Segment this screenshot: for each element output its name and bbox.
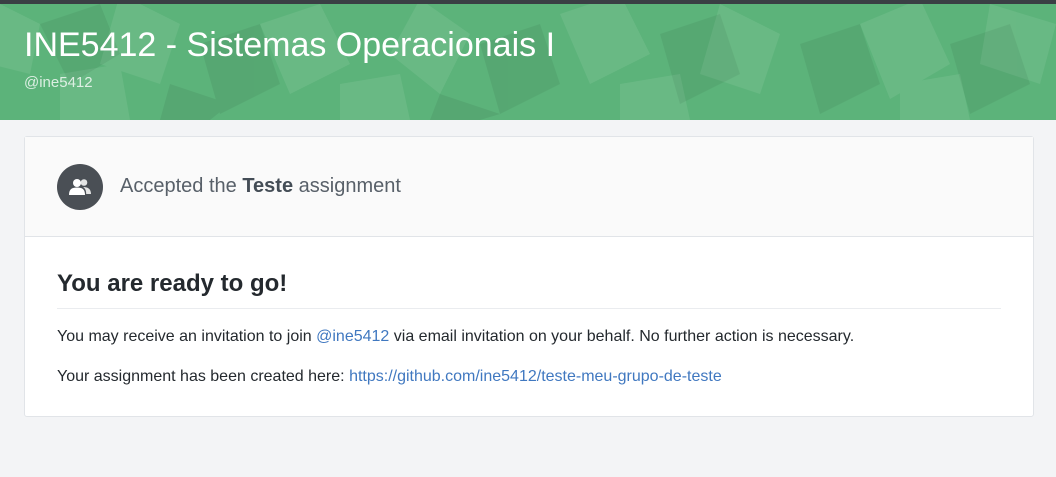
assignment-card: Accepted the Teste assignment You are re… (24, 136, 1034, 417)
avatar (57, 163, 103, 210)
accepted-suffix: assignment (298, 175, 401, 197)
invite-suffix: via email invitation on your behalf. No … (393, 328, 855, 345)
card-body: You are ready to go! You may receive an … (25, 237, 1033, 388)
ready-title: You are ready to go! (57, 268, 1001, 309)
repository-link[interactable]: https://github.com/ine5412/teste-meu-gru… (349, 368, 722, 385)
invite-prefix: You may receive an invitation to join (57, 328, 312, 345)
org-link[interactable]: @ine5412 (316, 328, 389, 345)
org-title-link[interactable]: INE5412 - Sistemas Operacionais I (24, 24, 555, 66)
repo-prefix: Your assignment has been created here: (57, 368, 345, 385)
org-handle: @ine5412 (24, 74, 93, 91)
assignment-name: Teste (242, 175, 294, 197)
org-header: INE5412 - Sistemas Operacionais I @ine54… (0, 4, 1056, 120)
accepted-prefix: Accepted the (120, 175, 237, 197)
accepted-assignment-text: Accepted the Teste assignment (120, 175, 401, 198)
invitation-paragraph: You may receive an invitation to join @i… (57, 326, 1001, 348)
repository-paragraph: Your assignment has been created here: h… (57, 366, 1001, 388)
card-header: Accepted the Teste assignment (25, 137, 1033, 237)
people-icon (69, 178, 91, 195)
